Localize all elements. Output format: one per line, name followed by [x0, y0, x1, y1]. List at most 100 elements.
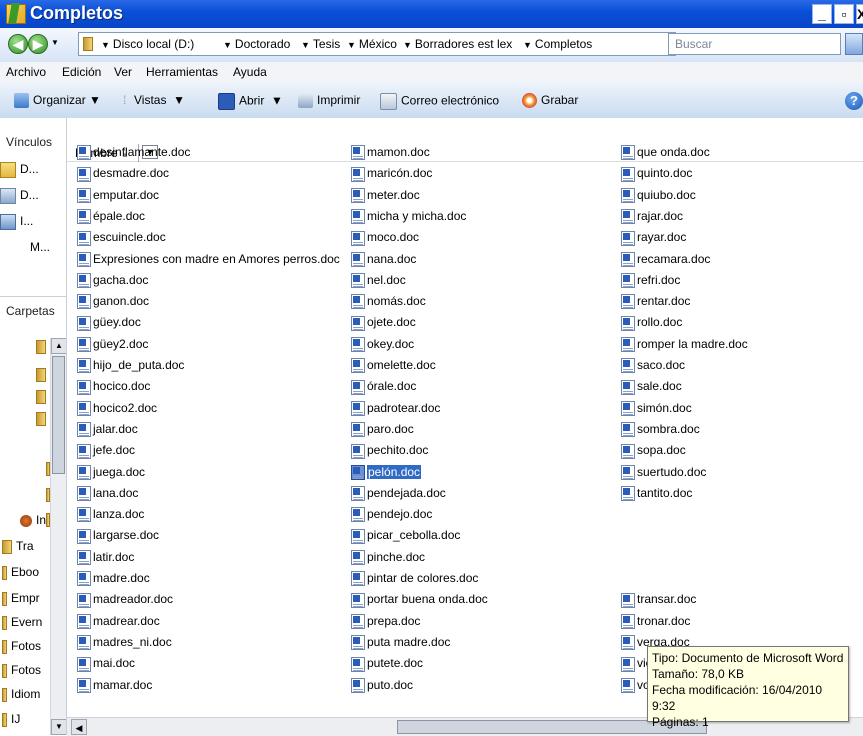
file-item[interactable]: güey.doc [77, 314, 141, 332]
file-item[interactable]: mamon.doc [351, 144, 430, 162]
favorite-link-3[interactable]: I... [0, 214, 33, 230]
file-item[interactable]: que onda.doc [621, 144, 710, 162]
file-item[interactable]: latir.doc [77, 549, 134, 567]
file-item[interactable]: sopa.doc [621, 442, 686, 460]
file-item[interactable]: gacha.doc [77, 272, 148, 290]
file-item[interactable]: quinto.doc [621, 165, 692, 183]
scroll-thumb[interactable] [52, 356, 65, 474]
back-button[interactable]: ◀ [8, 34, 28, 54]
file-item[interactable]: padrotear.doc [351, 400, 440, 418]
file-item[interactable]: hijo_de_puta.doc [77, 357, 184, 375]
file-item[interactable]: romper la madre.doc [621, 336, 748, 354]
file-item[interactable]: largarse.doc [77, 527, 159, 545]
file-item[interactable]: emputar.doc [77, 187, 159, 205]
folder-item-evern[interactable]: Evern [2, 615, 50, 630]
breadcrumb-tesis[interactable]: ▼ Tesis [301, 37, 340, 51]
breadcrumb-disk[interactable]: ▼ Disco local (D:) [101, 37, 194, 51]
file-item[interactable]: maricón.doc [351, 165, 432, 183]
forward-button[interactable]: ▶ [28, 34, 48, 54]
file-item[interactable]: omelette.doc [351, 357, 436, 375]
folder-item-empr[interactable]: Empr [2, 591, 50, 606]
file-item[interactable]: simón.doc [621, 400, 692, 418]
file-item[interactable]: puto.doc [351, 677, 413, 695]
file-item[interactable]: pendejo.doc [351, 506, 432, 524]
file-item[interactable]: picar_cebolla.doc [351, 527, 460, 545]
breadcrumb-completos[interactable]: ▼ Completos [523, 37, 592, 51]
file-item[interactable]: sale.doc [621, 378, 682, 396]
file-item[interactable]: saco.doc [621, 357, 685, 375]
folder-item-tra[interactable]: Tra [2, 539, 50, 554]
file-item[interactable]: madrear.doc [77, 613, 160, 631]
file-item[interactable]: tantito.doc [621, 485, 692, 503]
file-item[interactable]: mai.doc [77, 655, 135, 673]
file-item[interactable]: madreador.doc [77, 591, 173, 609]
file-item[interactable]: recamara.doc [621, 251, 710, 269]
folder-item-idiom[interactable]: Idiom [2, 687, 50, 702]
print-button[interactable]: Imprimir [298, 93, 360, 109]
file-item[interactable]: lanza.doc [77, 506, 144, 524]
breadcrumb-borradores[interactable]: ▼ Borradores est lex [403, 37, 512, 51]
file-item[interactable]: suertudo.doc [621, 464, 706, 482]
folder-item-fotos[interactable]: Fotos [2, 639, 50, 654]
folder-item-fotos-2[interactable]: Fotos [2, 663, 50, 678]
file-item[interactable]: pendejada.doc [351, 485, 446, 503]
file-item[interactable]: sombra.doc [621, 421, 700, 439]
file-item[interactable]: nana.doc [351, 251, 416, 269]
favorite-link-4[interactable]: M... [30, 240, 50, 254]
file-item[interactable]: Expresiones con madre en Amores perros.d… [77, 251, 340, 269]
file-item[interactable]: órale.doc [351, 378, 416, 396]
file-item[interactable]: quiubo.doc [621, 187, 696, 205]
folder-item-in[interactable]: In [20, 513, 50, 527]
folder-item-eboo[interactable]: Eboo [2, 565, 50, 580]
file-item[interactable]: transar.doc [621, 591, 696, 609]
file-item[interactable]: épale.doc [77, 208, 145, 226]
file-item[interactable]: pechito.doc [351, 442, 428, 460]
menu-edicion[interactable]: Edición [62, 65, 101, 79]
file-item[interactable]: paro.doc [351, 421, 414, 439]
file-item[interactable]: ojete.doc [351, 314, 416, 332]
breadcrumb-mexico[interactable]: ▼ México [347, 37, 397, 51]
folder-item-ij[interactable]: IJ [2, 712, 50, 727]
menu-archivo[interactable]: Archivo [6, 65, 46, 79]
file-item[interactable]: juega.doc [77, 464, 145, 482]
menu-ayuda[interactable]: Ayuda [233, 65, 267, 79]
file-item[interactable]: portar buena onda.doc [351, 591, 488, 609]
open-button[interactable]: Abrir ▼ [218, 93, 283, 110]
help-icon[interactable]: ? [845, 92, 863, 110]
file-item[interactable]: hocico.doc [77, 378, 150, 396]
file-item[interactable]: micha y micha.doc [351, 208, 466, 226]
burn-button[interactable]: Grabar [522, 93, 578, 109]
file-item[interactable]: pinche.doc [351, 549, 425, 567]
file-item[interactable]: lana.doc [77, 485, 138, 503]
favorite-link-1[interactable]: D... [0, 162, 39, 178]
organize-button[interactable]: Organizar ▼ [14, 93, 101, 109]
file-item[interactable]: prepa.doc [351, 613, 420, 631]
close-button[interactable]: X [856, 4, 863, 24]
file-item[interactable]: madre.doc [77, 570, 150, 588]
favorite-link-2[interactable]: D... [0, 188, 39, 204]
file-item[interactable]: tronar.doc [621, 613, 690, 631]
history-dropdown-icon[interactable]: ▼ [51, 38, 59, 47]
file-item[interactable]: rentar.doc [621, 293, 690, 311]
address-bar[interactable]: ▼ Disco local (D:) ▼ Doctorado ▼ Tesis ▼ Méx… [78, 32, 691, 56]
file-item[interactable]: refri.doc [621, 272, 680, 290]
file-item[interactable]: pelón.doc [351, 463, 423, 482]
file-item[interactable]: mamar.doc [77, 677, 152, 695]
menu-herramientas[interactable]: Herramientas [146, 65, 218, 79]
file-item[interactable]: ganon.doc [77, 293, 149, 311]
scroll-down-button[interactable]: ▼ [51, 719, 66, 735]
file-item[interactable]: rollo.doc [621, 314, 682, 332]
minimize-button[interactable]: _ [812, 4, 832, 24]
menu-ver[interactable]: Ver [114, 65, 132, 79]
file-item[interactable]: okey.doc [351, 336, 414, 354]
file-item[interactable]: meter.doc [351, 187, 420, 205]
email-button[interactable]: Correo electrónico [380, 93, 499, 110]
search-icon[interactable] [845, 33, 863, 55]
file-item[interactable]: jefe.doc [77, 442, 135, 460]
scroll-left-button[interactable]: ◀ [71, 719, 87, 735]
file-item[interactable]: escuincle.doc [77, 229, 166, 247]
file-item[interactable]: pintar de colores.doc [351, 570, 478, 588]
file-item[interactable]: putete.doc [351, 655, 423, 673]
file-item[interactable]: desinflamante.doc [77, 144, 190, 162]
file-item[interactable]: desmadre.doc [77, 165, 169, 183]
